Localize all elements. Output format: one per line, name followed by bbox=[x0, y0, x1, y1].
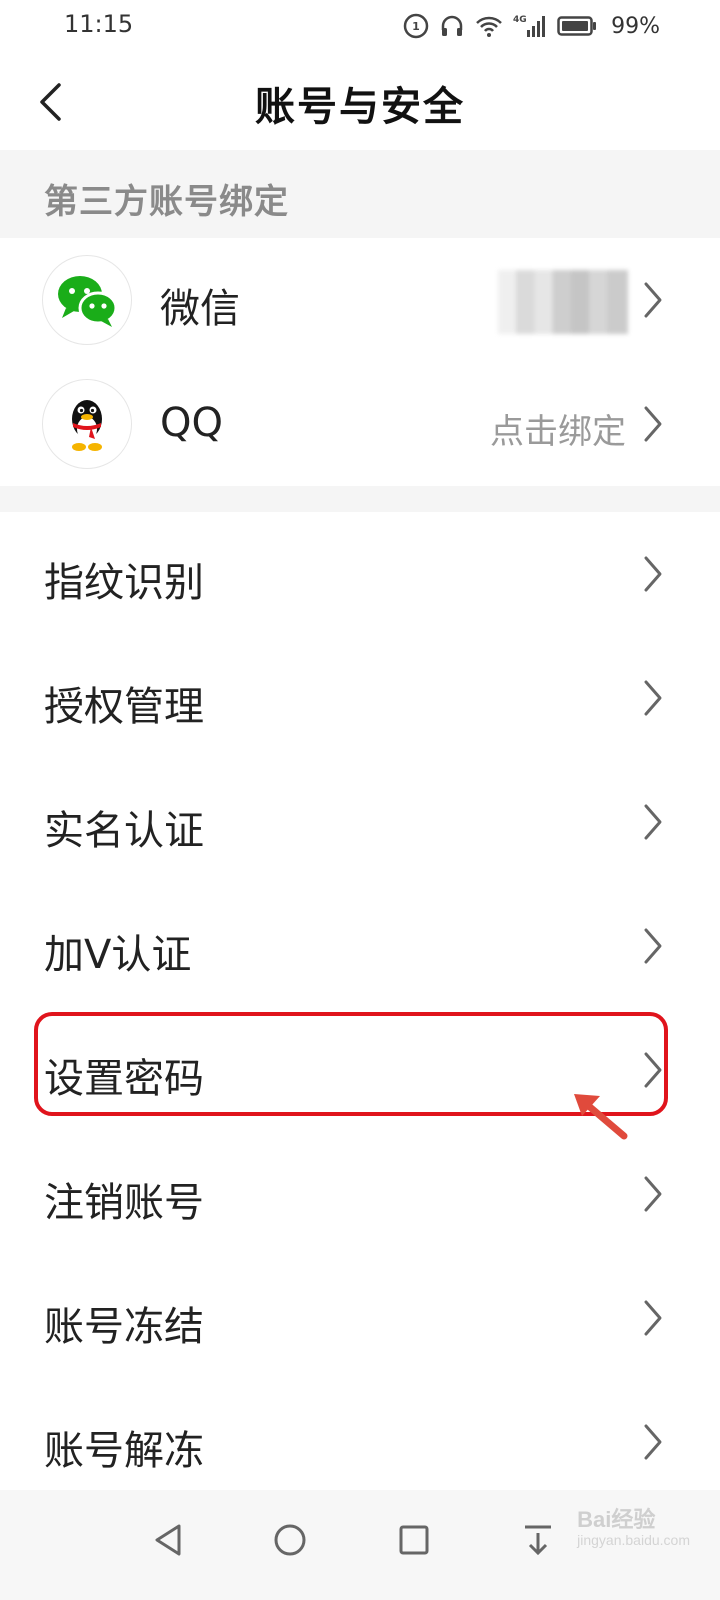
baidu-watermark: Bai经验 jingyan.baidu.com bbox=[577, 1502, 690, 1548]
watermark-url: jingyan.baidu.com bbox=[577, 1532, 690, 1548]
menu-item-label: 加V认证 bbox=[44, 932, 192, 978]
circle-home-icon bbox=[274, 1524, 306, 1556]
menu-item-label: 账号冻结 bbox=[44, 1304, 204, 1350]
app-header: 账号与安全 bbox=[0, 56, 720, 150]
account-label: 微信 bbox=[160, 286, 240, 332]
battery-percentage: 99% bbox=[611, 13, 660, 39]
chevron-right-icon bbox=[644, 1300, 662, 1336]
square-recents-icon bbox=[399, 1525, 429, 1555]
qq-penguin-icon bbox=[42, 379, 132, 469]
status-icons: 1 4G 99% bbox=[403, 12, 660, 40]
wifi-icon bbox=[476, 16, 502, 37]
wechat-logo-icon bbox=[42, 255, 132, 345]
account-row-qq[interactable]: QQ 点击绑定 bbox=[0, 362, 720, 486]
page-title: 账号与安全 bbox=[255, 84, 465, 130]
nav-dropdown-button[interactable] bbox=[508, 1510, 568, 1570]
menu-item-label: 指纹识别 bbox=[44, 560, 204, 606]
network-type: 4G bbox=[513, 15, 527, 25]
menu-item-v-verification[interactable]: 加V认证 bbox=[0, 884, 720, 1008]
chevron-right-icon bbox=[644, 804, 662, 840]
chevron-right-icon bbox=[644, 1052, 662, 1088]
menu-item-freeze-account[interactable]: 账号冻结 bbox=[0, 1256, 720, 1380]
headphones-icon bbox=[441, 15, 463, 36]
svg-text:1: 1 bbox=[412, 20, 420, 33]
cellular-signal-icon: 4G bbox=[513, 15, 546, 37]
triangle-back-icon bbox=[155, 1524, 181, 1556]
chevron-right-icon bbox=[644, 1176, 662, 1212]
chevron-right-icon bbox=[644, 1424, 662, 1460]
chevron-right-icon bbox=[644, 556, 662, 592]
menu-item-authorization[interactable]: 授权管理 bbox=[0, 636, 720, 760]
nav-home-button[interactable] bbox=[260, 1510, 320, 1570]
status-bar: 11:15 1 4G 99% bbox=[0, 0, 720, 56]
section-divider bbox=[0, 486, 720, 512]
battery-icon bbox=[557, 16, 597, 36]
section-header-third-party: 第三方账号绑定 bbox=[0, 150, 720, 238]
bind-status: 点击绑定 bbox=[490, 412, 626, 452]
menu-item-label: 设置密码 bbox=[44, 1056, 204, 1102]
menu-item-fingerprint[interactable]: 指纹识别 bbox=[0, 512, 720, 636]
chevron-right-icon bbox=[644, 928, 662, 964]
account-label: QQ bbox=[160, 400, 223, 446]
chevron-right-icon bbox=[644, 406, 662, 442]
watermark-brand: Bai经验 bbox=[577, 1507, 656, 1532]
nav-back-button[interactable] bbox=[138, 1510, 198, 1570]
section-title: 第三方账号绑定 bbox=[44, 182, 289, 222]
hd-call-icon: 1 bbox=[403, 13, 429, 39]
menu-item-label: 实名认证 bbox=[44, 808, 204, 854]
nav-recents-button[interactable] bbox=[384, 1510, 444, 1570]
menu-item-cancel-account[interactable]: 注销账号 bbox=[0, 1132, 720, 1256]
menu-item-label: 授权管理 bbox=[44, 684, 204, 730]
menu-item-set-password[interactable]: 设置密码 bbox=[0, 1008, 720, 1132]
blurred-account-name bbox=[498, 270, 628, 334]
chevron-right-icon bbox=[644, 680, 662, 716]
menu-item-label: 账号解冻 bbox=[44, 1428, 204, 1474]
status-time: 11:15 bbox=[64, 10, 134, 38]
menu-item-unfreeze-account[interactable]: 账号解冻 bbox=[0, 1380, 720, 1504]
account-row-wechat[interactable]: 微信 bbox=[0, 238, 720, 362]
menu-item-label: 注销账号 bbox=[44, 1180, 204, 1226]
pull-down-icon bbox=[525, 1525, 551, 1556]
menu-item-real-name[interactable]: 实名认证 bbox=[0, 760, 720, 884]
chevron-right-icon bbox=[644, 282, 662, 318]
